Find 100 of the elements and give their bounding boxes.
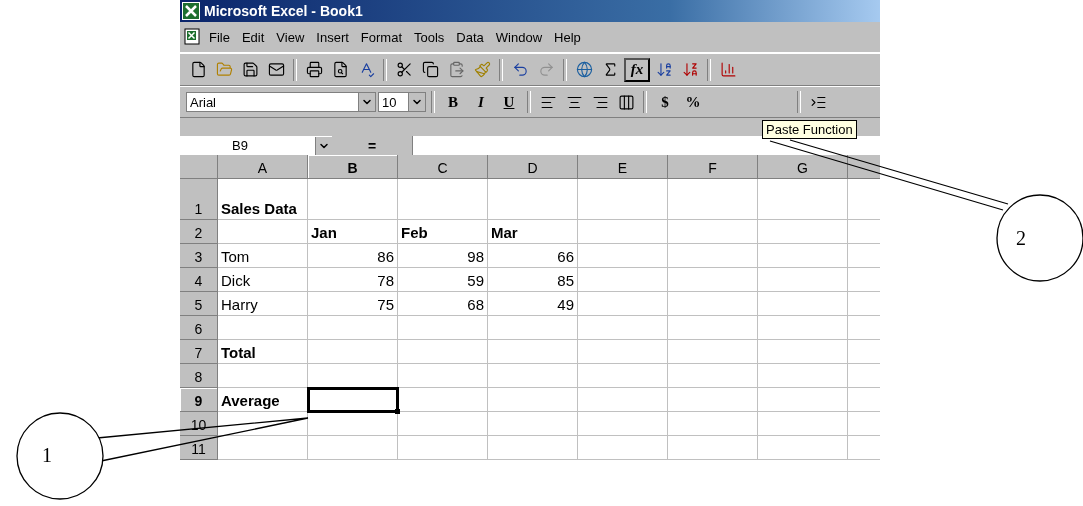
menu-item[interactable]: Help (549, 27, 586, 47)
italic-button[interactable]: I (468, 90, 494, 115)
table-cell[interactable] (758, 364, 848, 388)
table-cell[interactable] (398, 412, 488, 436)
table-cell[interactable] (578, 388, 668, 412)
table-cell[interactable]: Total (218, 340, 308, 364)
table-cell[interactable]: Harry (218, 292, 308, 316)
table-cell[interactable] (578, 292, 668, 316)
table-cell[interactable] (398, 316, 488, 340)
table-cell[interactable] (218, 316, 308, 340)
table-cell[interactable] (758, 412, 848, 436)
function-button[interactable]: fx (624, 57, 650, 82)
table-cell[interactable]: Feb (398, 220, 488, 244)
bold-button[interactable]: B (440, 90, 466, 115)
table-cell[interactable] (488, 340, 578, 364)
table-cell[interactable] (758, 244, 848, 268)
table-cell[interactable] (668, 268, 758, 292)
table-cell[interactable] (578, 220, 668, 244)
menu-item[interactable]: View (271, 27, 310, 47)
table-cell[interactable] (218, 436, 308, 460)
table-cell[interactable] (668, 364, 758, 388)
table-cell[interactable] (668, 244, 758, 268)
row-header[interactable]: 2 (180, 220, 218, 244)
table-cell[interactable] (488, 388, 578, 412)
menu-item[interactable]: Insert (311, 27, 354, 47)
table-cell[interactable] (668, 340, 758, 364)
table-cell[interactable] (578, 364, 668, 388)
table-cell[interactable] (758, 340, 848, 364)
table-cell[interactable]: 68 (398, 292, 488, 316)
table-cell[interactable] (398, 436, 488, 460)
table-cell[interactable] (488, 412, 578, 436)
row-header[interactable]: 9 (180, 388, 218, 412)
table-cell[interactable]: 98 (398, 244, 488, 268)
table-cell[interactable]: 49 (488, 292, 578, 316)
table-cell[interactable] (488, 316, 578, 340)
formula-field[interactable] (412, 136, 880, 155)
row-header[interactable]: 1 (180, 179, 218, 220)
table-cell[interactable] (758, 388, 848, 412)
row-header[interactable]: 4 (180, 268, 218, 292)
table-cell[interactable]: Jan (308, 220, 398, 244)
menu-item[interactable]: File (204, 27, 235, 47)
table-cell[interactable] (218, 364, 308, 388)
table-cell[interactable] (668, 316, 758, 340)
column-header[interactable]: A (218, 155, 308, 179)
table-cell[interactable] (488, 436, 578, 460)
table-cell[interactable] (308, 316, 398, 340)
table-cell[interactable] (218, 220, 308, 244)
selected-cell[interactable] (308, 388, 398, 412)
table-cell[interactable]: Average (218, 388, 308, 412)
table-cell[interactable]: 78 (308, 268, 398, 292)
table-cell[interactable] (578, 268, 668, 292)
table-cell[interactable] (398, 340, 488, 364)
table-cell[interactable]: 59 (398, 268, 488, 292)
table-cell[interactable]: Mar (488, 220, 578, 244)
row-header[interactable]: 6 (180, 316, 218, 340)
table-cell[interactable] (308, 340, 398, 364)
row-header[interactable]: 3 (180, 244, 218, 268)
table-cell[interactable] (218, 412, 308, 436)
table-cell[interactable]: 85 (488, 268, 578, 292)
table-cell[interactable] (668, 436, 758, 460)
font-size-field[interactable]: 10 (378, 92, 426, 113)
table-cell[interactable] (308, 412, 398, 436)
table-cell[interactable] (488, 179, 578, 220)
table-cell[interactable] (758, 292, 848, 316)
name-box[interactable]: B9 (180, 136, 332, 155)
table-cell[interactable] (578, 412, 668, 436)
table-cell[interactable] (668, 220, 758, 244)
table-cell[interactable] (758, 436, 848, 460)
currency-button[interactable]: $ (652, 90, 678, 115)
font-field[interactable]: Arial (186, 92, 376, 113)
table-cell[interactable] (578, 179, 668, 220)
table-cell[interactable] (758, 316, 848, 340)
table-cell[interactable] (578, 340, 668, 364)
menu-item[interactable]: Window (490, 27, 548, 47)
menu-item[interactable]: Format (355, 27, 407, 47)
table-cell[interactable] (758, 268, 848, 292)
column-header[interactable]: E (578, 155, 668, 179)
percent-button[interactable]: % (680, 90, 706, 115)
row-header[interactable]: 8 (180, 364, 218, 388)
table-cell[interactable] (308, 179, 398, 220)
table-cell[interactable] (398, 179, 488, 220)
select-all-corner[interactable] (180, 155, 218, 179)
equals-sign[interactable]: = (332, 137, 412, 154)
table-cell[interactable] (668, 292, 758, 316)
table-cell[interactable]: 86 (308, 244, 398, 268)
column-header[interactable]: F (668, 155, 758, 179)
table-cell[interactable]: 75 (308, 292, 398, 316)
table-cell[interactable] (758, 179, 848, 220)
table-cell[interactable] (578, 316, 668, 340)
table-cell[interactable] (758, 220, 848, 244)
table-cell[interactable]: Dick (218, 268, 308, 292)
table-cell[interactable] (398, 388, 488, 412)
underline-button[interactable]: U (496, 90, 522, 115)
table-cell[interactable] (488, 364, 578, 388)
table-cell[interactable] (398, 364, 488, 388)
table-cell[interactable] (578, 436, 668, 460)
table-cell[interactable] (308, 436, 398, 460)
menu-item[interactable]: Edit (236, 27, 270, 47)
menu-item[interactable]: Tools (409, 27, 450, 47)
table-cell[interactable] (578, 244, 668, 268)
